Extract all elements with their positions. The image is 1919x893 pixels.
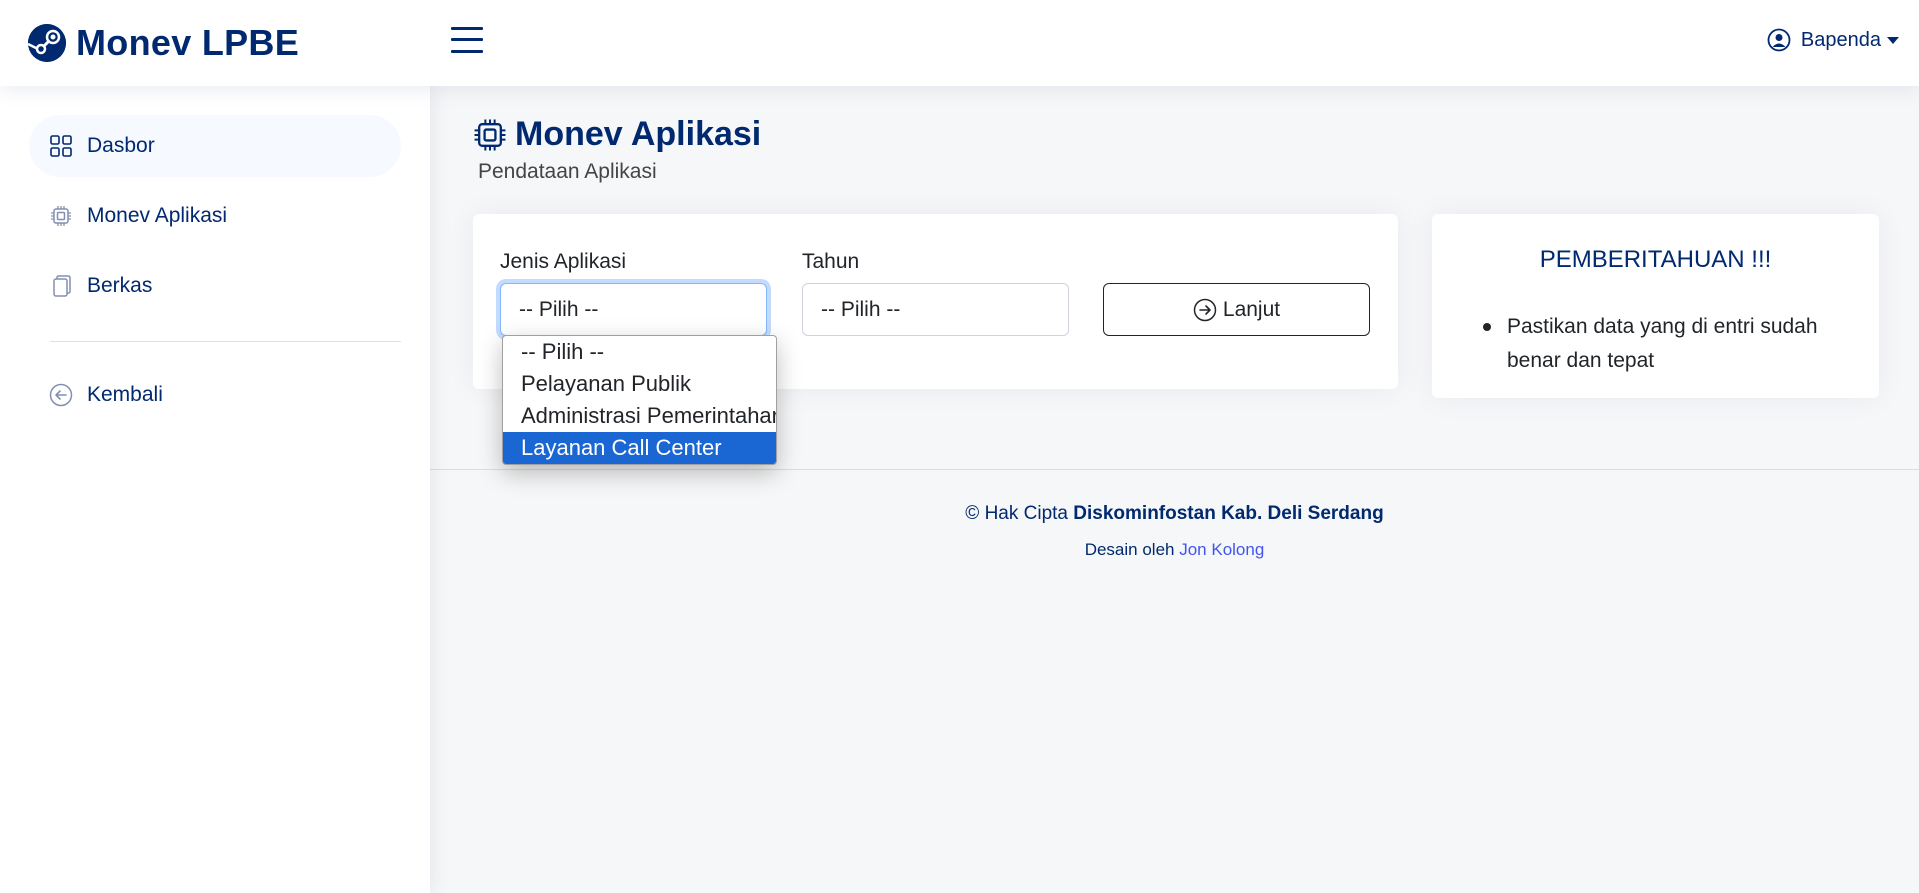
page-subtitle: Pendataan Aplikasi: [478, 160, 657, 183]
sidebar-item-berkas[interactable]: Berkas: [29, 255, 401, 317]
lanjut-button-label: Lanjut: [1222, 297, 1281, 321]
sidebar-item-label: Dasbor: [87, 134, 155, 157]
logo[interactable]: Monev LPBE: [27, 22, 300, 64]
footer: © Hak Cipta Diskominfostan Kab. Deli Ser…: [430, 469, 1919, 559]
sidebar-divider: [50, 341, 401, 342]
jenis-aplikasi-select[interactable]: -- Pilih --: [500, 283, 767, 336]
page-title: Monev Aplikasi: [473, 115, 761, 154]
arrow-right-circle-icon: [1193, 298, 1217, 321]
steam-logo-icon: [27, 24, 66, 62]
sidebar-item-label: Monev Aplikasi: [87, 204, 228, 227]
notice-list-item: Pastikan data yang di entri sudah benar …: [1483, 310, 1857, 378]
sidebar: Dasbor Monev Aplikasi Berkas Kembali: [0, 86, 430, 893]
tahun-label: Tahun: [802, 250, 860, 273]
dropdown-option[interactable]: Administrasi Pemerintahan: [503, 400, 776, 432]
sidebar-item-kembali[interactable]: Kembali: [29, 364, 401, 426]
sidebar-item-label: Berkas: [87, 274, 153, 297]
caret-down-icon: [1887, 36, 1899, 44]
person-circle-icon: [1767, 28, 1791, 52]
bullet-icon: [1483, 323, 1491, 331]
grid-icon: [49, 134, 73, 158]
dropdown-option[interactable]: Pelayanan Publik: [503, 368, 776, 400]
jenis-aplikasi-options: -- Pilih -- Pelayanan Publik Administras…: [502, 335, 777, 465]
dropdown-option-highlighted[interactable]: Layanan Call Center: [503, 432, 776, 464]
sidebar-item-label: Kembali: [87, 383, 163, 406]
copyright-owner: Diskominfostan Kab. Deli Serdang: [1073, 503, 1384, 524]
lanjut-button[interactable]: Lanjut: [1103, 283, 1370, 336]
cpu-icon: [49, 204, 73, 228]
notice-card: PEMBERITAHUAN !!! Pastikan data yang di …: [1432, 214, 1879, 398]
sidebar-item-dasbor[interactable]: Dasbor: [29, 115, 401, 177]
sidebar-item-monev-aplikasi[interactable]: Monev Aplikasi: [29, 185, 401, 247]
header: Monev LPBE Bapenda: [0, 0, 1919, 86]
notice-title: PEMBERITAHUAN !!!: [1539, 246, 1772, 273]
profile-dropdown[interactable]: Bapenda: [1767, 28, 1899, 52]
jenis-aplikasi-label: Jenis Aplikasi: [500, 250, 627, 273]
user-name: Bapenda: [1800, 28, 1881, 51]
cpu-icon: [474, 119, 506, 150]
page-title-text: Monev Aplikasi: [515, 115, 762, 153]
credits: Desain oleh Jon Kolong: [1084, 540, 1265, 559]
copyright: © Hak Cipta Diskominfostan Kab. Deli Ser…: [965, 503, 1384, 524]
tahun-select[interactable]: -- Pilih --: [802, 283, 1069, 336]
files-icon: [49, 274, 73, 298]
menu-toggle-icon[interactable]: [451, 26, 483, 54]
arrow-left-circle-icon: [49, 383, 73, 407]
dropdown-option[interactable]: -- Pilih --: [503, 336, 776, 368]
designer-link[interactable]: Jon Kolong: [1179, 540, 1264, 559]
app-title: Monev LPBE: [76, 22, 300, 63]
